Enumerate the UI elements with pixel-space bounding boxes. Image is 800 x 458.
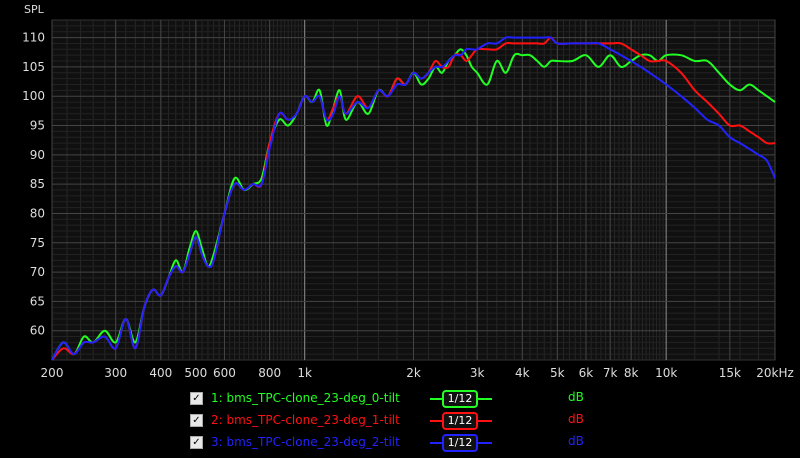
y-tick-label: 90 <box>30 148 45 162</box>
x-tick-label: 6k <box>579 366 594 380</box>
series-name-label: 2: bms_TPC-clone_23-deg_1-tilt <box>211 413 400 427</box>
series-unit-label: dB <box>568 412 584 426</box>
series-name-label: 3: bms_TPC-clone_23-deg_2-tilt <box>211 435 400 449</box>
series-color-swatch <box>430 398 442 400</box>
x-tick-label: 7k <box>603 366 618 380</box>
major-grid <box>51 20 776 360</box>
y-tick-label: 75 <box>30 236 45 250</box>
legend-row-3: ✓ 3: bms_TPC-clone_23-deg_2-tilt 1/12 dB <box>190 433 610 452</box>
series-unit-label: dB <box>568 434 584 448</box>
x-tick-label: 500 <box>184 366 207 380</box>
x-tick-label: 1k <box>297 366 312 380</box>
y-tick-label: 95 <box>30 119 45 133</box>
legend-row-2: ✓ 2: bms_TPC-clone_23-deg_1-tilt 1/12 dB <box>190 411 610 430</box>
y-tick-label: 100 <box>22 89 45 103</box>
legend-row-1: ✓ 1: bms_TPC-clone_23-deg_0-tilt 1/12 dB <box>190 389 610 408</box>
series-visibility-checkbox[interactable]: ✓ <box>190 435 203 449</box>
series-name-label: 1: bms_TPC-clone_23-deg_0-tilt <box>211 391 400 405</box>
series-visibility-checkbox[interactable]: ✓ <box>190 413 203 427</box>
y-tick-label: 80 <box>30 206 45 220</box>
x-tick-label: 15k <box>719 366 741 380</box>
smoothing-button[interactable]: 1/12 <box>442 390 478 408</box>
smoothing-button[interactable]: 1/12 <box>442 412 478 430</box>
x-axis-ticks: 200 300 400 500 600 800 1k 2k 3k 4k 5k 6k 7k 8k 10k 15k… <box>41 366 794 380</box>
series-visibility-checkbox[interactable]: ✓ <box>190 391 203 405</box>
y-tick-label: 105 <box>22 60 45 74</box>
x-tick-label: 4k <box>515 366 530 380</box>
series-color-swatch <box>430 420 442 422</box>
y-tick-label: 85 <box>30 177 45 191</box>
x-tick-label: 800 <box>258 366 281 380</box>
x-tick-label: 10k <box>655 366 677 380</box>
x-tick-label: 5k <box>550 366 565 380</box>
y-tick-label: 110 <box>22 31 45 45</box>
x-tick-label: 3k <box>470 366 485 380</box>
y-tick-label: 65 <box>30 294 45 308</box>
x-tick-label: 400 <box>149 366 172 380</box>
series-color-swatch <box>478 442 492 444</box>
smoothing-button[interactable]: 1/12 <box>442 434 478 452</box>
x-tick-label: 200 <box>41 366 64 380</box>
y-axis-ticks: 60 65 70 75 80 85 90 95 100 105 110 <box>22 31 45 338</box>
x-tick-label: 600 <box>213 366 236 380</box>
x-tick-label: 8k <box>624 366 639 380</box>
series-unit-label: dB <box>568 390 584 404</box>
y-tick-label: 70 <box>30 265 45 279</box>
y-axis-label: SPL <box>24 3 45 16</box>
x-tick-label: 300 <box>104 366 127 380</box>
series-color-swatch <box>478 420 492 422</box>
x-tick-label: 2k <box>406 366 421 380</box>
series-color-swatch <box>478 398 492 400</box>
y-tick-label: 60 <box>30 324 45 338</box>
x-tick-label: 20kHz <box>756 366 794 380</box>
series-color-swatch <box>430 442 442 444</box>
